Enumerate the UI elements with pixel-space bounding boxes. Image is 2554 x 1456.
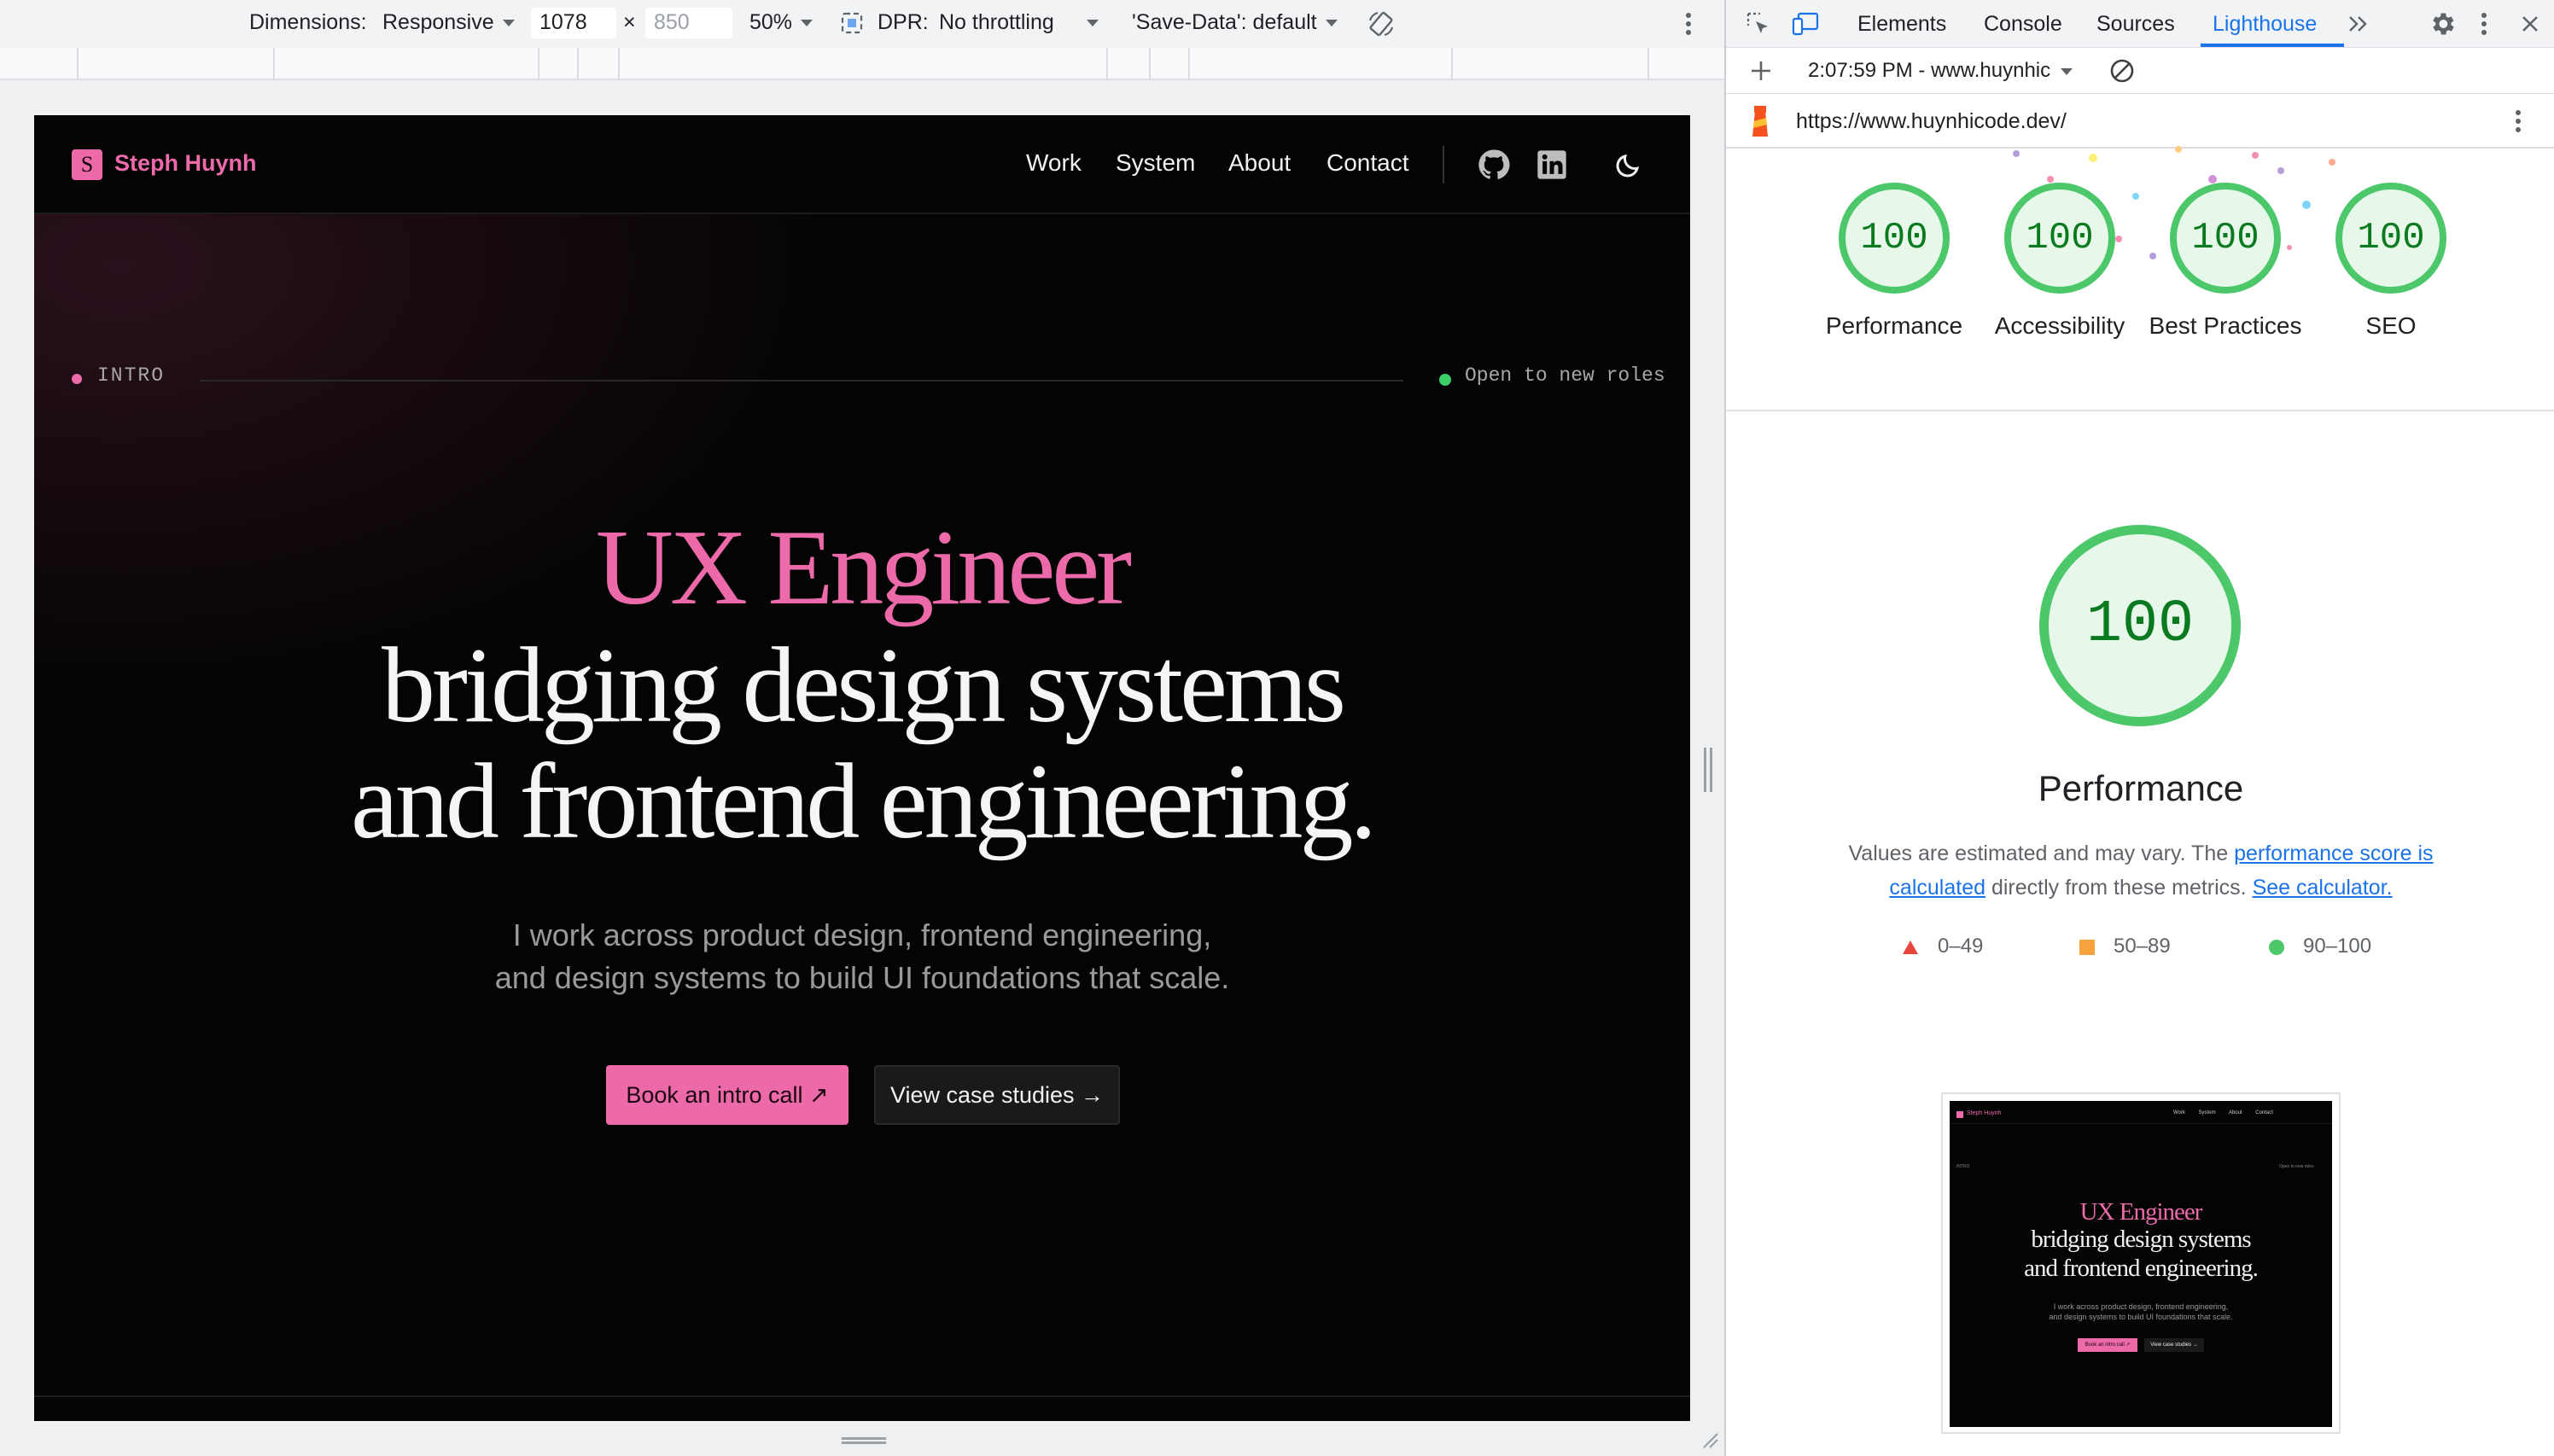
- intro-dot: [72, 374, 82, 384]
- square-icon: [2079, 939, 2095, 955]
- status-dot: [1439, 374, 1451, 386]
- see-calculator-link[interactable]: See calculator.: [2253, 876, 2393, 900]
- chevron-down-icon: [2061, 67, 2073, 75]
- lighthouse-toolbar: 2:07:59 PM - www.huynhic: [1726, 48, 2554, 94]
- circle-icon: [2269, 939, 2284, 955]
- nav-link-contact[interactable]: Contact: [1327, 149, 1409, 177]
- score-gauge-best-practices[interactable]: 100: [2170, 183, 2281, 294]
- device-toggle-icon[interactable]: [1791, 10, 1820, 38]
- headline-accent: UX Engineer: [595, 509, 1132, 627]
- logo-mark[interactable]: S: [72, 149, 102, 180]
- report-select[interactable]: 2:07:59 PM - www.huynhic: [1808, 59, 2073, 83]
- save-data-select[interactable]: 'Save-Data': default: [1132, 10, 1338, 35]
- legend-average: 50–89: [2079, 935, 2171, 958]
- headline-line-3: and frontend engineering.: [350, 743, 1377, 861]
- brand-name[interactable]: Steph Huynh: [114, 150, 257, 177]
- performance-score-gauge: 100: [2039, 525, 2241, 726]
- dpr-label: DPR:: [878, 10, 929, 34]
- chevron-down-icon: [801, 20, 813, 27]
- score-label-seo: SEO: [2365, 312, 2417, 339]
- emulated-page: S Steph Huynh Work System About Contact …: [34, 115, 1690, 1421]
- dimensions-label: Dimensions:: [249, 10, 367, 34]
- rotate-icon[interactable]: [1366, 9, 1397, 39]
- github-icon[interactable]: [1477, 148, 1511, 182]
- more-tabs-icon[interactable]: [2346, 12, 2371, 36]
- inspect-element-icon[interactable]: [1745, 10, 1772, 38]
- report-menu-icon[interactable]: [2511, 108, 2525, 135]
- status-label: Open to new roles: [1465, 364, 1665, 387]
- dpr-icon: [840, 11, 864, 35]
- zoom-select[interactable]: 50%: [749, 10, 813, 35]
- nav-divider: [1443, 146, 1444, 183]
- media-query-ruler[interactable]: [0, 48, 1724, 80]
- corner-resize-icon[interactable]: [1700, 1430, 1719, 1449]
- chevron-down-icon: [1325, 20, 1338, 27]
- section-divider: [34, 1395, 1690, 1397]
- width-input[interactable]: 1078: [531, 8, 616, 38]
- legend-fail: 0–49: [1902, 935, 1983, 958]
- headline-line-2: bridging design systems: [382, 626, 1346, 745]
- height-input[interactable]: 850: [645, 8, 732, 38]
- score-label-performance: Performance: [1825, 312, 1963, 339]
- throttling-select[interactable]: No throttling: [939, 10, 1099, 35]
- linkedin-icon[interactable]: [1535, 148, 1569, 182]
- view-case-studies-button[interactable]: View case studies →: [874, 1065, 1120, 1125]
- side-resize-handle[interactable]: [1704, 748, 1712, 792]
- bottom-resize-handle[interactable]: [842, 1437, 886, 1444]
- nav-link-system[interactable]: System: [1116, 149, 1195, 177]
- score-gauge-accessibility[interactable]: 100: [2004, 183, 2115, 294]
- tab-console[interactable]: Console: [1984, 12, 2062, 37]
- tab-elements[interactable]: Elements: [1857, 12, 1946, 37]
- performance-title: Performance: [2038, 768, 2244, 808]
- report-url[interactable]: https://www.huynhicode.dev/: [1796, 109, 2067, 134]
- intro-divider: [200, 380, 1403, 381]
- clear-block-icon[interactable]: [2108, 57, 2136, 84]
- legend-pass: 90–100: [2269, 935, 2371, 958]
- performance-description: Values are estimated and may vary. The p…: [1848, 842, 2434, 900]
- lighthouse-icon: [1745, 102, 1776, 140]
- chevron-down-icon: [502, 20, 515, 27]
- tab-lighthouse[interactable]: Lighthouse: [2213, 12, 2317, 37]
- subheadline-line-2: and design systems to build UI foundatio…: [494, 960, 1230, 995]
- device-select[interactable]: Responsive: [382, 10, 515, 35]
- devtools-tabbar: Elements Console Sources Lighthouse: [1726, 0, 2554, 48]
- book-intro-call-button[interactable]: Book an intro call ↗: [606, 1065, 848, 1125]
- more-options-icon[interactable]: [2477, 10, 2491, 38]
- score-gauge-seo[interactable]: 100: [2335, 183, 2446, 294]
- score-label-accessibility: Accessibility: [1994, 312, 2125, 339]
- plus-icon[interactable]: [1748, 58, 1774, 84]
- devtools-panel: Elements Console Sources Lighthouse 2:07…: [1724, 0, 2554, 1456]
- settings-gear-icon[interactable]: [2428, 9, 2457, 38]
- active-tab-indicator: [2201, 44, 2344, 47]
- site-header: S Steph Huynh Work System About Contact: [34, 115, 1690, 214]
- chevron-down-icon: [1086, 20, 1099, 27]
- report-url-bar: https://www.huynhicode.dev/: [1726, 94, 2554, 149]
- close-icon[interactable]: [2518, 12, 2542, 36]
- triangle-icon: [1903, 940, 1918, 954]
- moon-icon[interactable]: [1612, 148, 1646, 182]
- device-toolbar: Dimensions: Responsive 1078 × 850 50% DP…: [0, 0, 1724, 48]
- more-options-icon[interactable]: [1682, 10, 1695, 38]
- page-screenshot-thumbnail[interactable]: Steph Huynh Work System About Contact IN…: [1941, 1092, 2341, 1434]
- times-symbol: ×: [623, 10, 636, 34]
- tab-sources[interactable]: Sources: [2096, 12, 2175, 37]
- nav-link-work[interactable]: Work: [1026, 149, 1082, 177]
- subheadline-line-1: I work across product design, frontend e…: [512, 917, 1212, 952]
- score-gauge-performance[interactable]: 100: [1839, 183, 1950, 294]
- score-label-best-practices: Best Practices: [2149, 312, 2302, 339]
- nav-link-about[interactable]: About: [1228, 149, 1291, 177]
- section-divider: [1726, 410, 2554, 411]
- intro-label: INTRO: [97, 364, 166, 387]
